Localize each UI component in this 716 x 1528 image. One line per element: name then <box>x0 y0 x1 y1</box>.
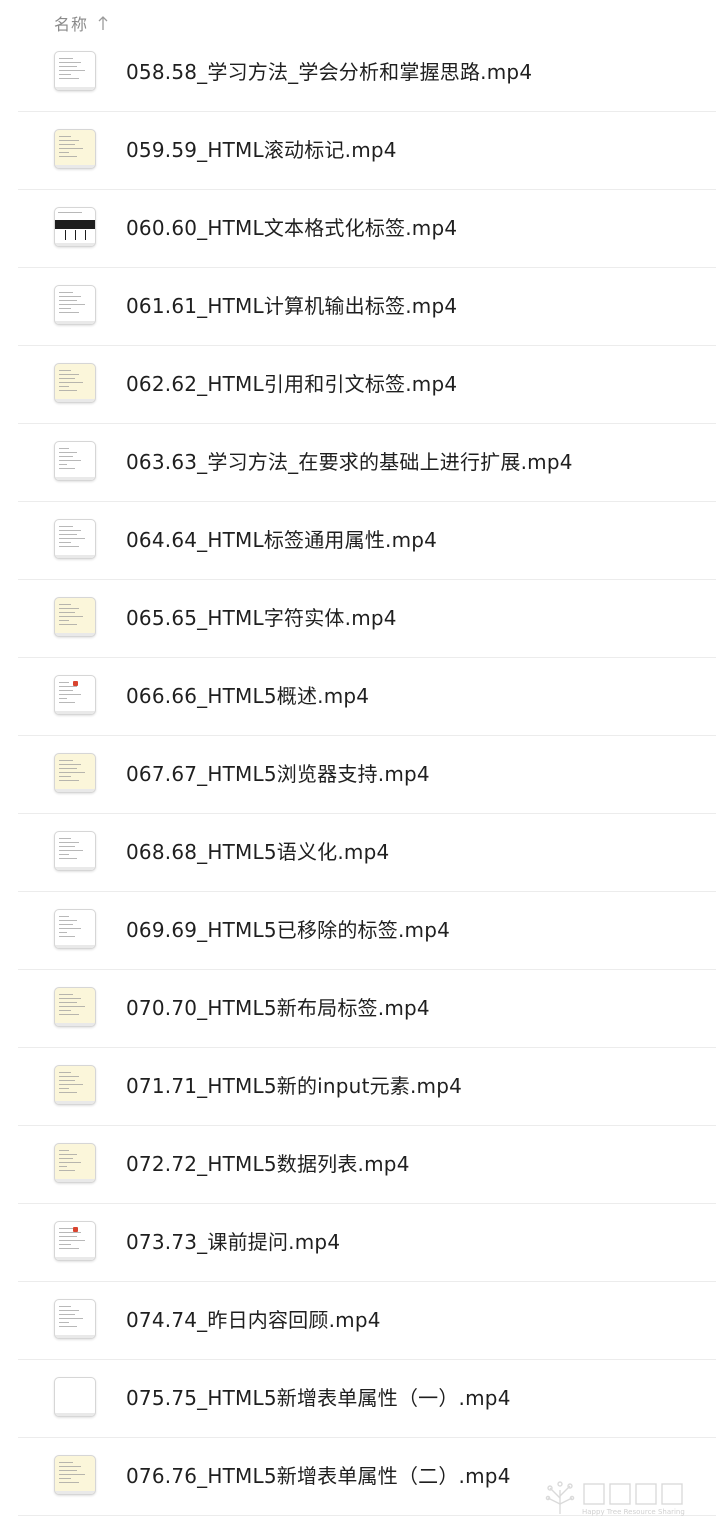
file-thumbnail <box>54 753 96 793</box>
file-row[interactable]: 059.59_HTML滚动标记.mp4 <box>18 112 716 190</box>
file-name: 072.72_HTML5数据列表.mp4 <box>126 1152 410 1176</box>
file-name: 058.58_学习方法_学会分析和掌握思路.mp4 <box>126 60 533 84</box>
file-name: 076.76_HTML5新增表单属性（二）.mp4 <box>126 1464 511 1488</box>
file-name: 063.63_学习方法_在要求的基础上进行扩展.mp4 <box>126 450 573 474</box>
file-row[interactable]: 075.75_HTML5新增表单属性（一）.mp4 <box>18 1360 716 1438</box>
file-thumbnail <box>54 1143 96 1183</box>
file-name: 069.69_HTML5已移除的标签.mp4 <box>126 918 451 942</box>
file-name: 074.74_昨日内容回顾.mp4 <box>126 1308 381 1332</box>
file-name: 065.65_HTML字符实体.mp4 <box>126 606 397 630</box>
file-name: 060.60_HTML文本格式化标签.mp4 <box>126 216 458 240</box>
file-row[interactable]: 073.73_课前提问.mp4 <box>18 1204 716 1282</box>
file-thumbnail <box>54 285 96 325</box>
file-thumbnail <box>54 1299 96 1339</box>
file-name: 059.59_HTML滚动标记.mp4 <box>126 138 397 162</box>
file-thumbnail <box>54 675 96 715</box>
file-name: 068.68_HTML5语义化.mp4 <box>126 840 390 864</box>
file-thumbnail <box>54 519 96 559</box>
file-name: 070.70_HTML5新布局标签.mp4 <box>126 996 430 1020</box>
file-thumbnail <box>54 831 96 871</box>
file-name: 066.66_HTML5概述.mp4 <box>126 684 370 708</box>
file-name: 071.71_HTML5新的input元素.mp4 <box>126 1074 463 1098</box>
file-row[interactable]: 058.58_学习方法_学会分析和掌握思路.mp4 <box>18 34 716 112</box>
file-row[interactable]: 062.62_HTML引用和引文标签.mp4 <box>18 346 716 424</box>
file-row[interactable]: 067.67_HTML5浏览器支持.mp4 <box>18 736 716 814</box>
file-name: 067.67_HTML5浏览器支持.mp4 <box>126 762 430 786</box>
file-thumbnail <box>54 1455 96 1495</box>
file-thumbnail <box>54 129 96 169</box>
file-row[interactable]: 065.65_HTML字符实体.mp4 <box>18 580 716 658</box>
watermark-text: Happy Tree Resource Sharing <box>582 1508 685 1516</box>
file-row[interactable]: 066.66_HTML5概述.mp4 <box>18 658 716 736</box>
list-header: 名称 <box>0 0 716 44</box>
file-row[interactable]: 061.61_HTML计算机输出标签.mp4 <box>18 268 716 346</box>
file-thumbnail <box>54 1065 96 1105</box>
file-thumbnail <box>54 363 96 403</box>
file-row[interactable]: 063.63_学习方法_在要求的基础上进行扩展.mp4 <box>18 424 716 502</box>
file-row[interactable]: 069.69_HTML5已移除的标签.mp4 <box>18 892 716 970</box>
file-thumbnail <box>54 909 96 949</box>
column-header-label: 名称 <box>54 15 89 34</box>
file-list: 058.58_学习方法_学会分析和掌握思路.mp4 059.59_HTML滚动标记… <box>0 34 716 1516</box>
file-row[interactable]: 074.74_昨日内容回顾.mp4 <box>18 1282 716 1360</box>
arrow-up-icon <box>98 15 108 31</box>
file-thumbnail <box>54 1377 96 1417</box>
file-name: 064.64_HTML标签通用属性.mp4 <box>126 528 438 552</box>
file-name: 073.73_课前提问.mp4 <box>126 1230 341 1254</box>
file-thumbnail <box>54 51 96 91</box>
file-row[interactable]: 060.60_HTML文本格式化标签.mp4 <box>18 190 716 268</box>
watermark-logo: Happy Tree Resource Sharing <box>538 1474 708 1522</box>
file-name: 075.75_HTML5新增表单属性（一）.mp4 <box>126 1386 511 1410</box>
file-name: 061.61_HTML计算机输出标签.mp4 <box>126 294 458 318</box>
file-row[interactable]: 071.71_HTML5新的input元素.mp4 <box>18 1048 716 1126</box>
file-thumbnail <box>54 987 96 1027</box>
file-name: 062.62_HTML引用和引文标签.mp4 <box>126 372 458 396</box>
file-row[interactable]: 064.64_HTML标签通用属性.mp4 <box>18 502 716 580</box>
file-thumbnail <box>54 597 96 637</box>
column-header-name[interactable]: 名称 <box>54 11 108 35</box>
file-row[interactable]: 068.68_HTML5语义化.mp4 <box>18 814 716 892</box>
file-thumbnail <box>54 1221 96 1261</box>
file-row[interactable]: 070.70_HTML5新布局标签.mp4 <box>18 970 716 1048</box>
file-row[interactable]: 072.72_HTML5数据列表.mp4 <box>18 1126 716 1204</box>
file-browser: 058.58_学习方法_学会分析和掌握思路.mp4 059.59_HTML滚动标记… <box>0 0 716 1528</box>
file-thumbnail <box>54 207 96 247</box>
file-thumbnail <box>54 441 96 481</box>
